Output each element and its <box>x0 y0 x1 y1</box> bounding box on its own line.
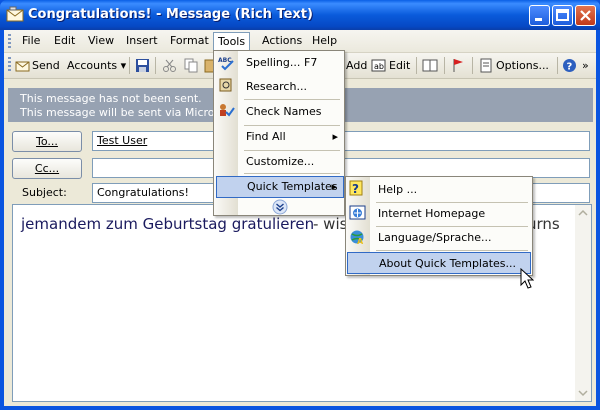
expand-menu-chevron-icon[interactable] <box>272 199 288 215</box>
title-bar[interactable]: Congratulations! - Message (Rich Text) <box>0 0 600 30</box>
scroll-up-icon[interactable] <box>576 206 590 220</box>
help-icon[interactable]: ? <box>562 58 577 73</box>
menu-separator <box>244 125 340 126</box>
language-globe-icon: A <box>350 230 364 246</box>
mouse-pointer-icon <box>520 268 534 289</box>
body-text-phrase: jemandem zum Geburtstag gratulieren <box>21 215 315 233</box>
close-icon <box>580 10 591 21</box>
edit-field-icon: ab <box>371 59 386 72</box>
options-button[interactable]: Options... <box>496 57 549 74</box>
svg-text:A: A <box>357 237 364 246</box>
window-title: Congratulations! - Message (Rich Text) <box>28 7 313 22</box>
quick-templates-submenu: ? Help ... Internet Homepage A Language/… <box>345 176 533 276</box>
cc-button[interactable]: Cc... <box>12 158 82 179</box>
outlook-message-window: Congratulations! - Message (Rich Text) F… <box>0 0 600 410</box>
svg-text:?: ? <box>567 62 573 73</box>
help-question-icon: ? <box>349 180 363 196</box>
submenu-about-quick-templates[interactable]: About Quick Templates... <box>347 252 531 274</box>
send-icon <box>15 61 30 72</box>
spelling-label: Spelling... <box>246 56 301 69</box>
quick-templates-label: Quick Templates <box>247 180 338 193</box>
check-names-icon <box>220 104 235 117</box>
menu-check-names[interactable]: Check Names <box>238 102 344 122</box>
toolbar-separator <box>129 57 130 74</box>
submenu-help[interactable]: Help ... <box>370 179 530 201</box>
find-all-label: Find All <box>246 130 286 143</box>
options-icon <box>480 58 492 73</box>
menu-separator <box>376 250 528 251</box>
menu-format[interactable]: Format <box>166 33 213 49</box>
flag-icon[interactable] <box>451 58 465 73</box>
svg-text:?: ? <box>352 182 359 196</box>
body-text-continuation: - wis <box>313 215 348 233</box>
scroll-down-icon[interactable] <box>576 386 590 400</box>
close-button[interactable] <box>575 5 596 26</box>
toolbar-separator <box>155 57 156 74</box>
to-recipient: Test User <box>97 134 148 147</box>
tools-dropdown-menu: ABC Spelling... F7 Research... Check Name… <box>213 50 345 216</box>
menu-tools[interactable]: Tools <box>213 32 251 52</box>
research-icon <box>219 78 232 92</box>
address-book-icon[interactable] <box>422 58 438 73</box>
menu-insert[interactable]: Insert <box>122 33 162 49</box>
menu-edit[interactable]: Edit <box>50 33 79 49</box>
subject-label: Subject: <box>22 186 67 199</box>
toolbar-separator <box>472 57 473 74</box>
envelope-icon <box>6 6 24 22</box>
toolbar-grip[interactable] <box>8 57 11 71</box>
toolbar-separator <box>557 57 558 74</box>
menu-view[interactable]: View <box>84 33 118 49</box>
info-line-2: This message will be sent via Microsoft … <box>20 106 246 119</box>
menu-separator <box>244 99 340 100</box>
save-icon[interactable] <box>135 58 150 73</box>
menu-help[interactable]: Help <box>308 33 341 49</box>
submenu-internet-homepage[interactable]: Internet Homepage <box>370 203 530 225</box>
vertical-scrollbar[interactable] <box>575 205 591 401</box>
cc-button-label: Cc... <box>34 162 60 175</box>
spelling-icon: ABC <box>218 57 234 71</box>
menu-separator <box>244 173 340 174</box>
menu-quick-templates[interactable]: Quick Templates ▸ <box>216 176 344 198</box>
send-button[interactable]: Send <box>32 57 60 74</box>
toolbar-separator <box>416 57 417 74</box>
accounts-label: Accounts <box>67 59 118 72</box>
add-button[interactable]: Add <box>346 57 367 74</box>
submenu-arrow-icon: ▸ <box>331 180 337 193</box>
cut-icon[interactable] <box>162 58 177 73</box>
spelling-shortcut: F7 <box>304 56 318 69</box>
svg-text:ab: ab <box>374 62 384 71</box>
menu-separator <box>244 150 340 151</box>
accounts-button[interactable]: Accounts ▾ <box>67 57 126 74</box>
copy-icon[interactable] <box>184 58 199 73</box>
to-button[interactable]: To... <box>12 131 82 152</box>
minimize-button[interactable] <box>529 5 550 26</box>
to-button-label: To... <box>36 135 58 148</box>
maximize-button[interactable] <box>552 5 573 26</box>
internet-homepage-icon <box>349 205 366 220</box>
menu-file[interactable]: File <box>18 33 44 49</box>
menu-actions[interactable]: Actions <box>258 33 306 49</box>
menu-spelling[interactable]: Spelling... F7 <box>238 53 344 73</box>
menubar-grip[interactable] <box>8 34 11 48</box>
submenu-arrow-icon: ▸ <box>332 130 338 143</box>
toolbar-separator <box>444 57 445 74</box>
menu-customize[interactable]: Customize... <box>238 152 344 172</box>
menu-find-all[interactable]: Find All ▸ <box>238 127 344 147</box>
maximize-icon <box>556 9 569 21</box>
menu-research[interactable]: Research... <box>238 77 344 97</box>
toolbar-overflow-chevron[interactable]: » <box>582 57 589 74</box>
minimize-icon <box>535 18 542 21</box>
info-line-1: This message has not been sent. <box>20 92 202 105</box>
edit-button[interactable]: Edit <box>389 57 410 74</box>
submenu-language[interactable]: Language/Sprache... <box>370 227 530 249</box>
